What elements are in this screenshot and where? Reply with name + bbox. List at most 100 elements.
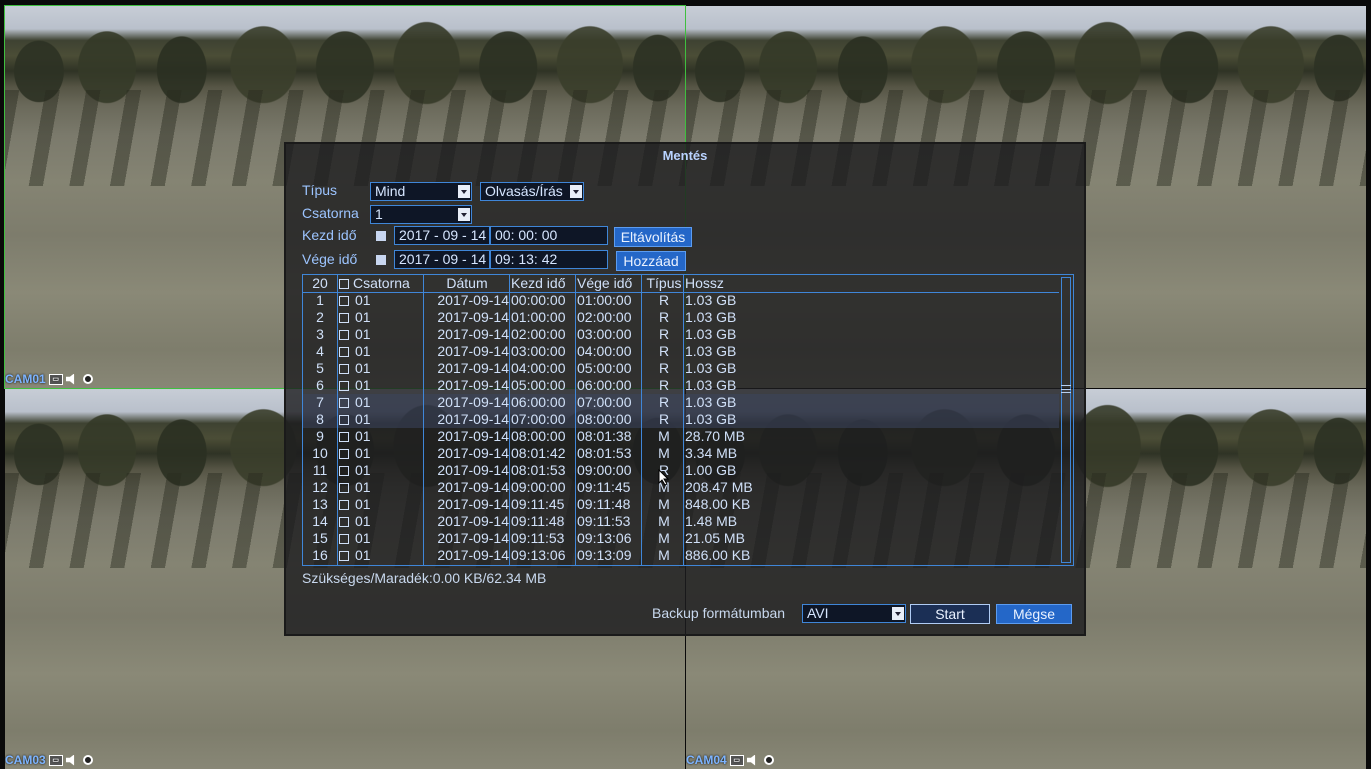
header-type[interactable]: Típus	[645, 275, 683, 292]
row-checkbox[interactable]	[339, 377, 352, 394]
row-checkbox[interactable]	[339, 547, 352, 564]
table-row[interactable]: 4 01 2017-09-14 03:00:00 04:00:00 R 1.03 GB	[303, 343, 1059, 360]
mode-select[interactable]: Olvasás/Írás	[480, 182, 584, 201]
row-checkbox[interactable]	[339, 292, 352, 309]
row-length: 886.00 KB	[685, 547, 751, 563]
row-end-time: 08:01:38	[577, 428, 632, 444]
row-start-time: 04:00:00	[511, 360, 566, 376]
row-start-time: 09:11:53	[511, 530, 565, 546]
row-channel: 01	[355, 377, 371, 393]
header-channel[interactable]: Csatorna	[353, 275, 423, 292]
row-date: 2017-09-14	[437, 411, 509, 427]
row-date: 2017-09-14	[437, 309, 509, 325]
record-mode-icon: ▭	[729, 754, 744, 766]
row-start-time: 02:00:00	[511, 326, 566, 342]
header-length[interactable]: Hossz	[685, 275, 845, 292]
row-channel: 01	[355, 326, 371, 342]
table-row[interactable]: 6 01 2017-09-14 05:00:00 06:00:00 R 1.03 GB	[303, 377, 1059, 394]
add-button[interactable]: Hozzáad	[616, 251, 686, 271]
start-time-field[interactable]: 00: 00: 00	[490, 226, 608, 245]
row-checkbox[interactable]	[339, 496, 352, 513]
row-date: 2017-09-14	[437, 394, 509, 410]
row-channel: 01	[355, 394, 371, 410]
end-time-field[interactable]: 09: 13: 42	[490, 250, 608, 269]
row-length: 1.03 GB	[685, 377, 737, 393]
row-checkbox[interactable]	[339, 360, 352, 377]
row-checkbox[interactable]	[339, 462, 352, 479]
row-index: 10	[312, 445, 328, 461]
cancel-button[interactable]: Mégse	[996, 604, 1072, 624]
recording-status-icon	[82, 374, 93, 384]
scrollbar-thumb[interactable]	[1061, 385, 1071, 393]
row-index: 2	[316, 309, 324, 325]
channel-label: Csatorna	[302, 205, 359, 221]
row-channel: 01	[355, 547, 371, 563]
table-row[interactable]: 15 01 2017-09-14 09:11:53 09:13:06 M 21.05 MB	[303, 530, 1059, 547]
row-checkbox[interactable]	[339, 428, 352, 445]
row-start-time: 05:00:00	[511, 377, 566, 393]
row-checkbox[interactable]	[339, 309, 352, 326]
row-checkbox[interactable]	[339, 479, 352, 496]
row-end-time: 09:11:45	[577, 479, 631, 495]
row-checkbox[interactable]	[339, 411, 352, 428]
row-checkbox[interactable]	[339, 343, 352, 360]
select-all-checkbox[interactable]	[339, 275, 352, 292]
row-end-time: 01:00:00	[577, 292, 632, 308]
row-date: 2017-09-14	[437, 445, 509, 461]
header-start[interactable]: Kezd idő	[511, 275, 575, 292]
table-row[interactable]: 12 01 2017-09-14 09:00:00 09:11:45 M 208.47 MB	[303, 479, 1059, 496]
table-row[interactable]: 16 01 2017-09-14 09:13:06 09:13:09 M 886.00 KB	[303, 547, 1059, 564]
row-checkbox[interactable]	[339, 530, 352, 547]
header-date[interactable]: Dátum	[425, 275, 509, 292]
table-row[interactable]: 5 01 2017-09-14 04:00:00 05:00:00 R 1.03 GB	[303, 360, 1059, 377]
table-row[interactable]: 2 01 2017-09-14 01:00:00 02:00:00 R 1.03 GB	[303, 309, 1059, 326]
row-date: 2017-09-14	[437, 496, 509, 512]
remove-button[interactable]: Eltávolítás	[614, 227, 692, 247]
row-channel: 01	[355, 428, 371, 444]
chevron-down-icon	[892, 607, 904, 620]
table-row[interactable]: 3 01 2017-09-14 02:00:00 03:00:00 R 1.03 GB	[303, 326, 1059, 343]
row-checkbox[interactable]	[339, 445, 352, 462]
table-row[interactable]: 10 01 2017-09-14 08:01:42 08:01:53 M 3.34 MB	[303, 445, 1059, 462]
row-checkbox[interactable]	[339, 394, 352, 411]
table-row[interactable]: 1 01 2017-09-14 00:00:00 01:00:00 R 1.03 GB	[303, 292, 1059, 309]
calendar-icon[interactable]	[376, 255, 386, 265]
row-date: 2017-09-14	[437, 360, 509, 376]
audio-muted-icon	[746, 754, 756, 766]
start-date-field[interactable]: 2017 - 09 - 14	[394, 226, 490, 245]
row-length: 3.34 MB	[685, 445, 738, 461]
start-button[interactable]: Start	[910, 604, 990, 624]
table-row[interactable]: 8 01 2017-09-14 07:00:00 08:00:00 R 1.03 GB	[303, 411, 1059, 428]
column-divider	[423, 275, 424, 565]
row-end-time: 06:00:00	[577, 377, 632, 393]
row-checkbox[interactable]	[339, 513, 352, 530]
chevron-down-icon	[570, 185, 582, 198]
header-end[interactable]: Vége idő	[577, 275, 641, 292]
type-select[interactable]: Mind	[370, 182, 472, 201]
table-row[interactable]: 11 01 2017-09-14 08:01:53 09:00:00 R 1.00 GB	[303, 462, 1059, 479]
table-row[interactable]: 7 01 2017-09-14 06:00:00 07:00:00 R 1.03 GB	[303, 394, 1059, 411]
camera-name: CAM01	[5, 372, 46, 386]
format-select[interactable]: AVI	[802, 604, 906, 623]
column-divider	[641, 275, 642, 565]
table-scrollbar[interactable]	[1061, 277, 1071, 563]
table-row[interactable]: 13 01 2017-09-14 09:11:45 09:11:48 M 848.00 KB	[303, 496, 1059, 513]
row-index: 15	[312, 530, 328, 546]
column-divider	[575, 275, 576, 565]
camera-label: CAM04 ▭	[686, 753, 774, 767]
row-type: R	[658, 343, 670, 359]
table-row[interactable]: 9 01 2017-09-14 08:00:00 08:01:38 M 28.70 MB	[303, 428, 1059, 445]
end-date-field[interactable]: 2017 - 09 - 14	[394, 250, 490, 269]
calendar-icon[interactable]	[376, 231, 386, 241]
row-end-time: 09:13:09	[577, 547, 632, 563]
row-date: 2017-09-14	[437, 428, 509, 444]
table-row[interactable]: 14 01 2017-09-14 09:11:48 09:11:53 M 1.48 MB	[303, 513, 1059, 530]
row-type: M	[658, 513, 670, 529]
row-index: 4	[316, 343, 324, 359]
channel-select[interactable]: 1	[370, 205, 472, 224]
recordings-table: 20 Csatorna Dátum Kezd idő Vége idő Típu…	[302, 274, 1074, 566]
row-end-time: 08:01:53	[577, 445, 632, 461]
row-channel: 01	[355, 411, 371, 427]
row-checkbox[interactable]	[339, 326, 352, 343]
row-date: 2017-09-14	[437, 377, 509, 393]
